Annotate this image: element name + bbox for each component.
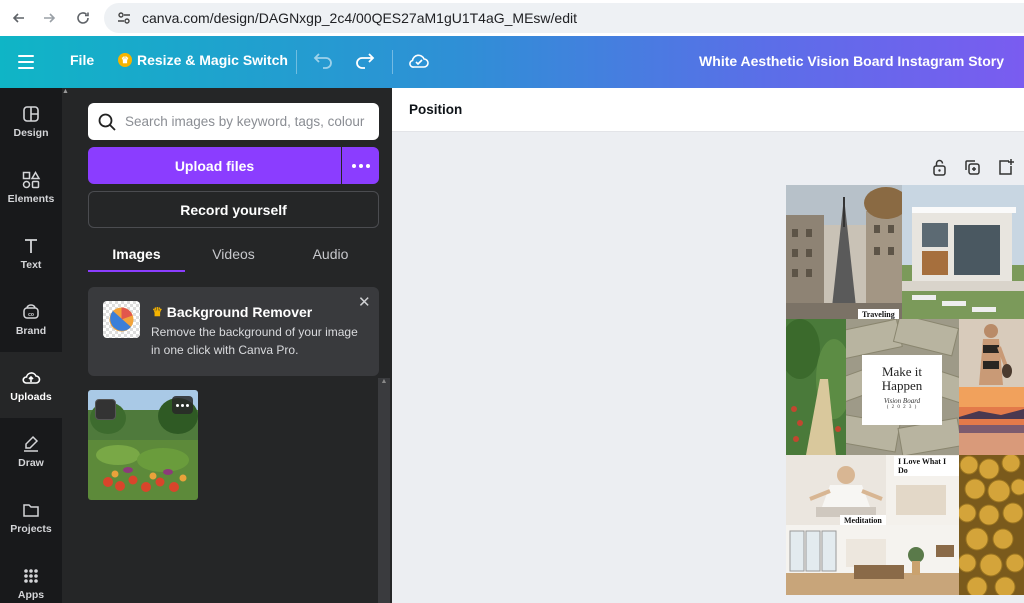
divider [296,50,297,74]
rail-label: Text [20,258,42,271]
rail-item-projects[interactable]: Projects [0,484,62,550]
caption-love: I Love What I Do [894,456,959,476]
caption-meditation: Meditation [840,515,886,525]
rail-item-apps[interactable]: Apps [0,550,62,603]
uploaded-image-thumbnail[interactable] [88,390,198,500]
url-text[interactable]: canva.com/design/DAGNxgp_2c4/00QES27aM1g… [142,10,577,26]
uploads-icon [22,371,41,384]
interior-room-image[interactable] [786,525,959,595]
tab-images[interactable]: Images [88,238,185,272]
document-title[interactable]: White Aesthetic Vision Board Instagram S… [699,53,1004,69]
editor-topbar: File ♛ Resize & Magic Switch White Aesth… [0,36,1024,88]
crown-icon: ♛ [152,305,163,319]
rail-item-brand[interactable]: co Brand [0,286,62,352]
tab-audio[interactable]: Audio [282,238,379,272]
make-it-happen-card[interactable]: Make it Happen Vision Board ( 2 0 2 3 ) [862,355,942,425]
rail-item-text[interactable]: Text [0,220,62,286]
search-box[interactable] [88,103,379,140]
garden-path-image[interactable] [786,319,846,455]
page-tools [930,158,1015,177]
promo-title: ♛ Background Remover [152,304,312,320]
rail-label: Apps [17,588,45,601]
vision-board-subtitle: Vision Board [883,397,921,405]
caption-traveling: Traveling [858,309,899,319]
background-remover-image [103,301,140,338]
duplicate-page-icon[interactable] [963,158,982,177]
browser-toolbar: canva.com/design/DAGNxgp_2c4/00QES27aM1g… [0,0,1024,36]
apps-icon [24,568,38,583]
rail-item-design[interactable]: Design [0,88,62,154]
file-menu-button[interactable]: File [70,52,94,68]
gold-coins-image[interactable] [959,455,1024,595]
beach-woman-image[interactable] [959,319,1024,387]
rail-label: Design [13,126,49,139]
media-tabs: Images Videos Audio [88,238,379,272]
promo-description: Remove the background of your image in o… [151,325,358,357]
crown-icon: ♛ [118,53,132,67]
search-input[interactable] [125,114,370,129]
context-toolbar: Position [392,88,1024,132]
projects-icon [23,503,39,517]
address-bar[interactable]: canva.com/design/DAGNxgp_2c4/00QES27aM1g… [104,3,1024,33]
close-icon[interactable]: ✕ [358,293,371,311]
lock-icon[interactable] [930,158,949,177]
paris-street-image[interactable]: Traveling [786,185,902,319]
cloud-save-icon[interactable] [408,50,430,72]
modern-house-image[interactable] [902,185,1024,319]
position-button[interactable]: Position [409,102,462,117]
upload-files-button[interactable]: Upload files [88,147,341,184]
year-label: ( 2 0 2 3 ) [886,405,918,410]
uploads-panel: Upload files Record yourself Images Vide… [62,88,392,603]
rail-label: Uploads [10,390,52,403]
hamburger-menu-icon[interactable] [18,50,42,74]
svg-text:co: co [28,312,34,318]
design-icon [23,105,39,122]
forward-arrow-icon[interactable] [38,7,60,29]
site-settings-icon[interactable] [114,8,134,28]
sunset-image[interactable] [959,387,1024,455]
background-remover-promo[interactable]: ♛ Background Remover Remove the backgrou… [88,287,379,376]
reload-icon[interactable] [72,7,94,29]
resize-magic-switch-button[interactable]: ♛ Resize & Magic Switch [118,52,288,68]
more-options-icon[interactable] [172,396,193,414]
panel-scrollbar[interactable]: ▲ [378,378,390,603]
rail-label: Draw [18,456,44,469]
promo-title-text: Background Remover [166,304,313,320]
add-page-icon[interactable] [996,158,1015,177]
select-checkbox[interactable] [95,399,116,420]
rail-item-draw[interactable]: Draw [0,418,62,484]
meditation-image[interactable]: I Love What I Do Meditation [786,455,959,525]
make-title: Make it Happen [881,364,923,393]
redo-icon[interactable] [354,50,376,72]
back-arrow-icon[interactable] [8,7,30,29]
record-yourself-button[interactable]: Record yourself [88,191,379,228]
search-icon [98,113,116,131]
scroll-up-arrow-icon[interactable]: ▲ [378,378,390,386]
left-nav-rail: Design Elements Text co Brand Uploads Dr… [0,88,62,603]
scroll-up-arrow-icon[interactable]: ▲ [62,88,70,96]
rail-label: Elements [7,192,55,205]
undo-icon[interactable] [312,50,334,72]
rail-label: Projects [10,522,52,535]
upload-more-options-button[interactable] [342,147,379,184]
text-icon [25,238,37,253]
rail-item-elements[interactable]: Elements [0,154,62,220]
design-page[interactable]: Traveling I Love What I Do Meditation Ma… [786,185,1024,595]
tab-videos[interactable]: Videos [185,238,282,272]
draw-icon [24,435,39,452]
rail-label: Brand [15,324,47,337]
divider [392,50,393,74]
resize-label: Resize & Magic Switch [137,52,288,68]
elements-icon [22,170,41,188]
rail-item-uploads[interactable]: Uploads [0,352,62,418]
brand-icon: co [23,303,39,319]
